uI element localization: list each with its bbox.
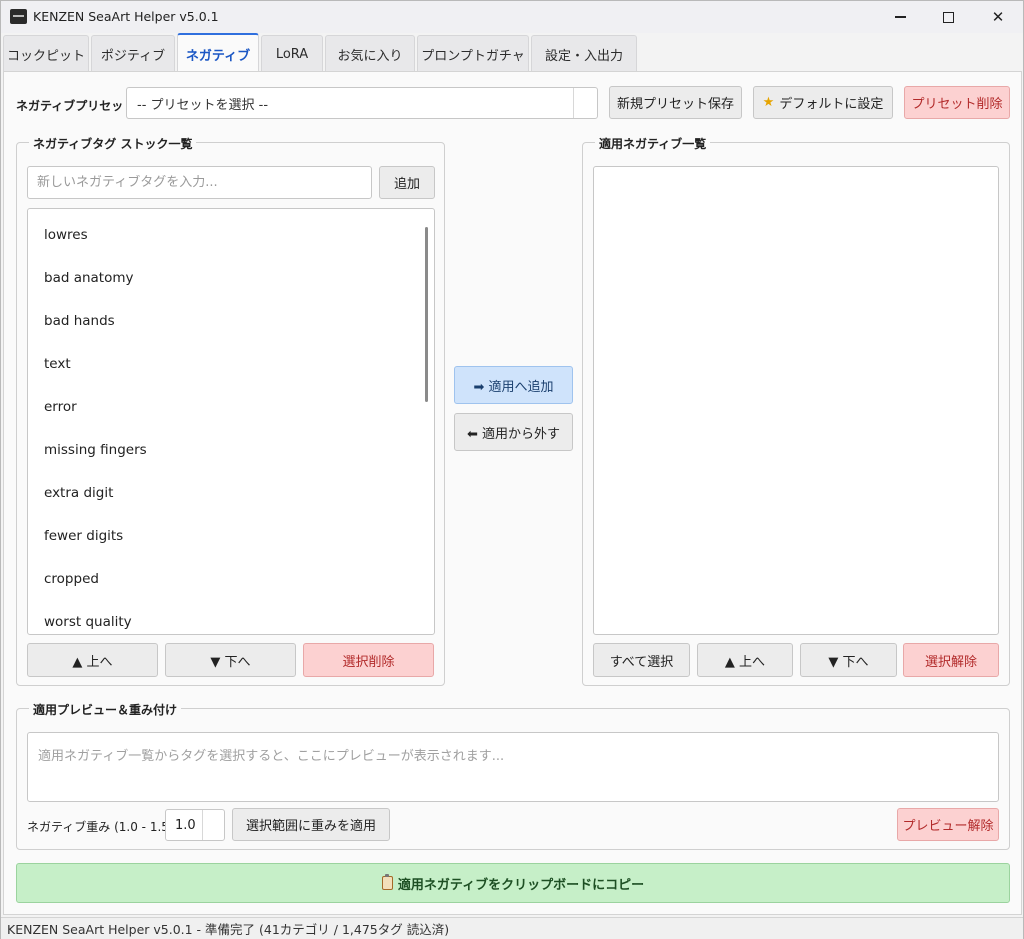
- preset-label: ネガティブプリセット:: [16, 99, 141, 113]
- list-item[interactable]: cropped: [44, 571, 99, 587]
- copy-to-clipboard-label: 適用ネガティブをクリップボードにコピー: [397, 877, 645, 893]
- add-to-applied-label: ➡ 適用へ追加: [473, 379, 554, 395]
- tab-settings-io[interactable]: 設定・入出力: [531, 35, 637, 72]
- maximize-icon: [942, 11, 954, 23]
- tab-favorites[interactable]: お気に入り: [325, 35, 415, 72]
- list-item[interactable]: bad anatomy: [44, 270, 134, 286]
- select-all-button[interactable]: すべて選択: [593, 643, 690, 677]
- status-bar: KENZEN SeaArt Helper v5.0.1 - 準備完了 (41カテ…: [1, 917, 1023, 939]
- stock-delete-selected-label: 選択削除: [342, 654, 395, 670]
- add-to-applied-button[interactable]: ➡ 適用へ追加: [454, 366, 573, 404]
- preview-group-title: 適用プレビュー＆重み付け: [29, 701, 182, 718]
- remove-from-applied-label: ⬅ 適用から外す: [466, 426, 561, 442]
- delete-preset-label: プリセット削除: [911, 97, 1003, 112]
- stock-up-button[interactable]: ▲ 上へ: [27, 643, 158, 677]
- app-logo-icon: [10, 9, 27, 24]
- stock-delete-selected-button[interactable]: 選択削除: [303, 643, 434, 677]
- maximize-button[interactable]: [923, 1, 973, 33]
- list-item[interactable]: lowres: [44, 227, 88, 243]
- apply-weight-button[interactable]: 選択範囲に重みを適用: [232, 808, 390, 841]
- tab-prompt-gacha[interactable]: プロンプトガチャ: [417, 35, 529, 72]
- apply-weight-label: 選択範囲に重みを適用: [245, 819, 376, 834]
- new-tag-field[interactable]: [37, 175, 371, 190]
- delete-preset-button[interactable]: プリセット削除: [904, 86, 1010, 119]
- preset-dropdown-arrow[interactable]: [573, 88, 597, 118]
- add-tag-button[interactable]: 追加: [379, 166, 435, 199]
- weight-value: 1.0: [175, 817, 196, 833]
- list-item[interactable]: error: [44, 399, 77, 415]
- preview-group: 適用プレビュー＆重み付け 適用ネガティブ一覧からタグを選択すると、ここにプレビュ…: [16, 701, 1010, 850]
- add-tag-label: 追加: [393, 177, 420, 192]
- preset-select[interactable]: -- プリセットを選択 --: [126, 87, 598, 119]
- applied-down-label: ▼ 下へ: [828, 654, 869, 670]
- list-item[interactable]: bad hands: [44, 313, 115, 329]
- applied-up-label: ▲ 上へ: [724, 654, 766, 670]
- weight-label: ネガティブ重み (1.0 - 1.5):: [27, 820, 178, 834]
- deselect-button[interactable]: 選択解除: [903, 643, 999, 677]
- stock-group: ネガティブタグ ストック一覧 追加 lowres bad anatomy bad…: [16, 135, 445, 686]
- list-item[interactable]: worst quality: [44, 614, 132, 630]
- save-new-preset-button[interactable]: 新規プリセット保存: [609, 86, 742, 119]
- stock-down-button[interactable]: ▼ 下へ: [165, 643, 296, 677]
- select-all-label: すべて選択: [609, 654, 674, 670]
- applied-tag-list[interactable]: [593, 166, 999, 635]
- app-window: KENZEN SeaArt Helper v5.0.1 ✕ コックピット ポジテ…: [0, 0, 1024, 939]
- title-bar: KENZEN SeaArt Helper v5.0.1 ✕: [1, 1, 1023, 33]
- list-item[interactable]: fewer digits: [44, 528, 123, 544]
- tab-negative[interactable]: ネガティブ: [177, 33, 259, 73]
- negative-tab-panel: ネガティブプリセット: -- プリセットを選択 -- 新規プリセット保存 ★ デ…: [3, 71, 1022, 915]
- tab-cockpit[interactable]: コックピット: [3, 35, 89, 72]
- close-icon: ✕: [991, 8, 1005, 26]
- applied-up-button[interactable]: ▲ 上へ: [697, 643, 793, 677]
- applied-group: 適用ネガティブ一覧 すべて選択 ▲ 上へ ▼ 下へ 選択解除: [582, 135, 1010, 686]
- weight-stepper[interactable]: [202, 810, 224, 840]
- star-icon: ★: [762, 95, 775, 110]
- tab-bar: コックピット ポジティブ ネガティブ LoRA お気に入り プロンプトガチャ 設…: [1, 33, 1023, 73]
- stock-group-title: ネガティブタグ ストック一覧: [29, 135, 197, 152]
- status-text: KENZEN SeaArt Helper v5.0.1 - 準備完了 (41カテ…: [7, 922, 450, 937]
- list-item[interactable]: text: [44, 356, 71, 372]
- minimize-icon: [894, 16, 906, 18]
- clear-preview-button[interactable]: プレビュー解除: [897, 808, 999, 841]
- remove-from-applied-button[interactable]: ⬅ 適用から外す: [454, 413, 573, 451]
- list-item[interactable]: extra digit: [44, 485, 113, 501]
- tab-lora[interactable]: LoRA: [261, 35, 323, 72]
- applied-group-title: 適用ネガティブ一覧: [595, 135, 711, 152]
- close-button[interactable]: ✕: [973, 1, 1023, 33]
- applied-down-button[interactable]: ▼ 下へ: [800, 643, 897, 677]
- save-new-preset-label: 新規プリセット保存: [616, 97, 734, 112]
- weight-spinbox[interactable]: 1.0: [165, 809, 225, 841]
- window-title: KENZEN SeaArt Helper v5.0.1: [33, 9, 219, 24]
- deselect-label: 選択解除: [924, 654, 977, 670]
- stock-tag-list[interactable]: lowres bad anatomy bad hands text error …: [27, 208, 435, 635]
- list-item[interactable]: missing fingers: [44, 442, 147, 458]
- set-default-label: デフォルトに設定: [779, 97, 884, 112]
- stock-up-label: ▲ 上へ: [72, 654, 113, 670]
- copy-to-clipboard-button[interactable]: 適用ネガティブをクリップボードにコピー: [16, 863, 1010, 903]
- preview-placeholder: 適用ネガティブ一覧からタグを選択すると、ここにプレビューが表示されます...: [38, 749, 505, 764]
- stock-down-label: ▼ 下へ: [210, 654, 251, 670]
- preset-select-value: -- プリセットを選択 --: [137, 97, 269, 113]
- set-default-button[interactable]: ★ デフォルトに設定: [753, 86, 893, 119]
- clear-preview-label: プレビュー解除: [902, 819, 994, 834]
- new-tag-input[interactable]: [27, 166, 372, 199]
- clipboard-icon: [381, 874, 393, 890]
- minimize-button[interactable]: [875, 1, 925, 33]
- preview-textarea[interactable]: 適用ネガティブ一覧からタグを選択すると、ここにプレビューが表示されます...: [27, 732, 999, 802]
- tab-positive[interactable]: ポジティブ: [91, 35, 175, 72]
- stock-list-scrollbar[interactable]: [425, 227, 428, 402]
